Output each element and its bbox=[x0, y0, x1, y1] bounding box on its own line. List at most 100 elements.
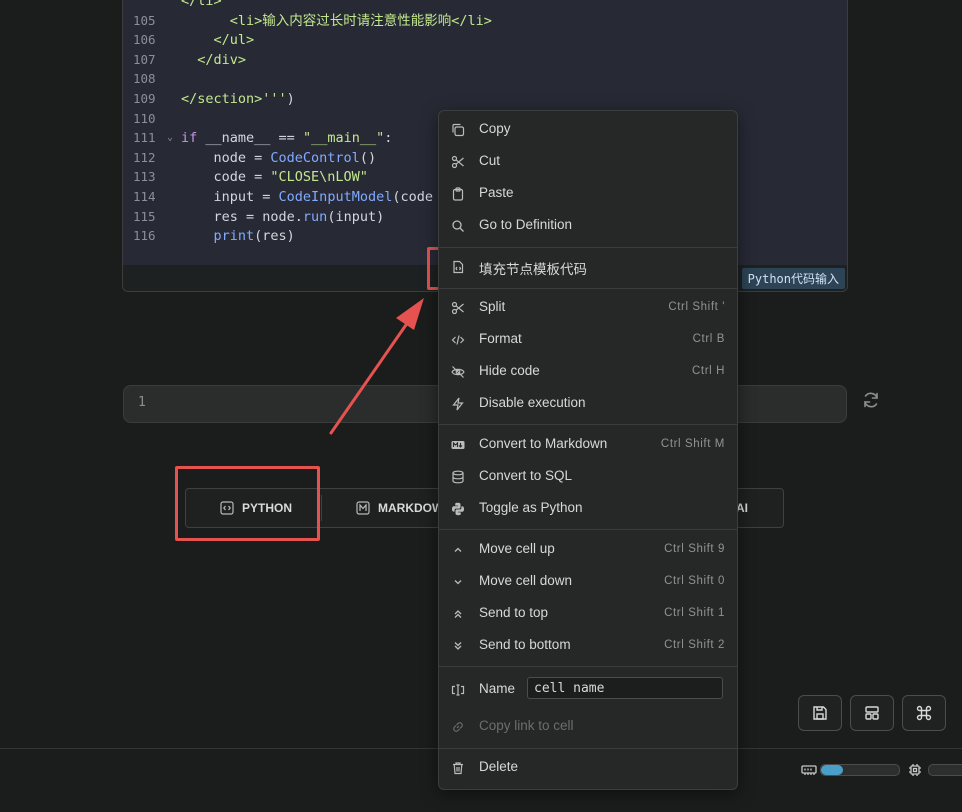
code-token: ) bbox=[286, 91, 295, 107]
code-token: CodeInputModel bbox=[278, 189, 393, 205]
code-token: </div> bbox=[181, 51, 247, 68]
menu-item-send-bottom[interactable]: Send to bottom Ctrl Shift 2 bbox=[439, 630, 737, 662]
code-token: if bbox=[181, 130, 198, 147]
menu-label: Copy link to cell bbox=[479, 718, 574, 733]
menu-item-cut[interactable]: Cut bbox=[439, 146, 737, 178]
add-markdown-cell-button[interactable]: MARKDOW bbox=[356, 489, 443, 527]
code-token: code = bbox=[181, 169, 271, 186]
divider bbox=[321, 495, 322, 521]
zap-icon bbox=[452, 397, 464, 411]
menu-label: Format bbox=[479, 331, 522, 346]
cell-name-input[interactable] bbox=[527, 677, 723, 699]
menu-separator bbox=[439, 748, 737, 749]
menu-item-move-up[interactable]: Move cell up Ctrl Shift 9 bbox=[439, 534, 737, 566]
code-token: </ul> bbox=[181, 32, 255, 49]
chevron-down-icon bbox=[454, 580, 462, 585]
menu-shortcut: Ctrl B bbox=[692, 333, 725, 345]
code-token: print bbox=[213, 228, 255, 245]
code-token: </li> bbox=[181, 0, 222, 9]
clipboard-icon bbox=[452, 187, 464, 201]
line-number: 111 bbox=[133, 130, 156, 146]
code-token: <li>输入内容过长时请注意性能影响</li> bbox=[181, 12, 492, 29]
menu-label: Disable execution bbox=[479, 395, 586, 410]
code-token: node = bbox=[181, 149, 271, 166]
menu-label: Toggle as Python bbox=[479, 500, 583, 515]
menu-shortcut: Ctrl Shift ' bbox=[668, 301, 725, 313]
code-text: code = "CLOSE\nLOW" bbox=[181, 167, 368, 187]
code-text: res = node.run(input) bbox=[181, 207, 385, 227]
menu-label: Convert to SQL bbox=[479, 468, 573, 483]
code-token: </section>''' bbox=[181, 91, 287, 107]
line-number: 106 bbox=[133, 32, 156, 48]
menu-label: Send to bottom bbox=[479, 637, 571, 652]
python-icon bbox=[452, 502, 464, 516]
line-number: 107 bbox=[133, 51, 156, 67]
menu-label: Hide code bbox=[479, 363, 540, 378]
line-number: 1 bbox=[138, 395, 146, 410]
menu-item-toggle-python[interactable]: Toggle as Python bbox=[439, 493, 737, 525]
menu-item-convert-sql[interactable]: Convert to SQL bbox=[439, 461, 737, 493]
cell-context-menu: Copy Cut Paste Go to Definition 填充节点模板代码… bbox=[438, 110, 738, 790]
menu-shortcut: Ctrl Shift 9 bbox=[664, 543, 725, 555]
refresh-icon[interactable] bbox=[861, 390, 881, 410]
layout-icon bbox=[865, 706, 879, 720]
line-number: 110 bbox=[133, 110, 156, 126]
menu-item-copy-link[interactable]: Copy link to cell bbox=[439, 711, 737, 743]
menu-item-convert-markdown[interactable]: Convert to Markdown Ctrl Shift M bbox=[439, 429, 737, 461]
chevrons-up-icon bbox=[454, 610, 462, 618]
line-number: 112 bbox=[133, 149, 156, 165]
menu-label: Delete bbox=[479, 759, 519, 774]
menu-item-paste[interactable]: Paste bbox=[439, 178, 737, 210]
trash-icon bbox=[453, 762, 463, 775]
memory-usage-bar bbox=[820, 764, 900, 776]
save-button[interactable] bbox=[798, 695, 842, 731]
menu-item-copy[interactable]: Copy bbox=[439, 114, 737, 146]
code-text: <li>输入内容过长时请注意性能影响</li> bbox=[181, 11, 492, 31]
menu-item-format[interactable]: Format Ctrl B bbox=[439, 324, 737, 356]
layout-button[interactable] bbox=[850, 695, 894, 731]
menu-label: Split bbox=[479, 299, 506, 314]
menu-label: Name bbox=[479, 681, 516, 696]
database-icon bbox=[452, 470, 464, 484]
code-token: res = node. bbox=[181, 208, 303, 225]
code-token: __name__ == bbox=[197, 130, 303, 147]
menu-label: 填充节点模板代码 bbox=[479, 262, 587, 277]
line-number: 115 bbox=[133, 208, 156, 224]
menu-item-hide-code[interactable]: Hide code Ctrl H bbox=[439, 356, 737, 388]
menu-item-send-top[interactable]: Send to top Ctrl Shift 1 bbox=[439, 598, 737, 630]
text-cursor-icon bbox=[451, 684, 465, 696]
memory-icon bbox=[801, 765, 817, 775]
menu-item-disable-execution[interactable]: Disable execution bbox=[439, 388, 737, 420]
cell-language-tag: Python代码输入 bbox=[741, 268, 845, 289]
code-text: </li> bbox=[181, 0, 222, 11]
fold-chevron-icon[interactable]: ⌄ bbox=[167, 128, 173, 148]
chevrons-down-icon bbox=[454, 642, 462, 650]
menu-label: Convert to Markdown bbox=[479, 436, 608, 451]
code-line: 105 <li>输入内容过长时请注意性能影响</li> bbox=[123, 11, 847, 31]
menu-separator bbox=[439, 288, 737, 289]
menu-label: Send to top bbox=[479, 605, 549, 620]
code-line: 108 bbox=[123, 69, 847, 89]
line-number: 109 bbox=[133, 91, 156, 106]
menu-item-move-down[interactable]: Move cell down Ctrl Shift 0 bbox=[439, 566, 737, 598]
line-number: 113 bbox=[133, 169, 156, 185]
scissors-icon bbox=[451, 301, 464, 315]
code-token: "__main__" bbox=[302, 130, 385, 147]
code-text: if __name__ == "__main__": bbox=[181, 128, 392, 148]
menu-item-split[interactable]: Split Ctrl Shift ' bbox=[439, 292, 737, 324]
command-palette-button[interactable] bbox=[902, 695, 946, 731]
menu-shortcut: Ctrl Shift M bbox=[660, 438, 725, 450]
line-number: 105 bbox=[133, 12, 156, 28]
menu-item-go-to-definition[interactable]: Go to Definition bbox=[439, 210, 737, 242]
code-token: input = bbox=[181, 189, 279, 205]
line-number: 116 bbox=[133, 228, 156, 244]
code-icon bbox=[451, 335, 465, 345]
code-line: 109 </section>''') bbox=[123, 89, 847, 109]
menu-separator bbox=[439, 424, 737, 425]
line-number: 114 bbox=[133, 189, 156, 204]
code-text: node = CodeControl() bbox=[181, 148, 377, 168]
menu-item-fill-template[interactable]: 填充节点模板代码 bbox=[439, 251, 737, 283]
menu-item-delete[interactable]: Delete bbox=[439, 752, 737, 784]
code-token: run bbox=[302, 208, 328, 225]
